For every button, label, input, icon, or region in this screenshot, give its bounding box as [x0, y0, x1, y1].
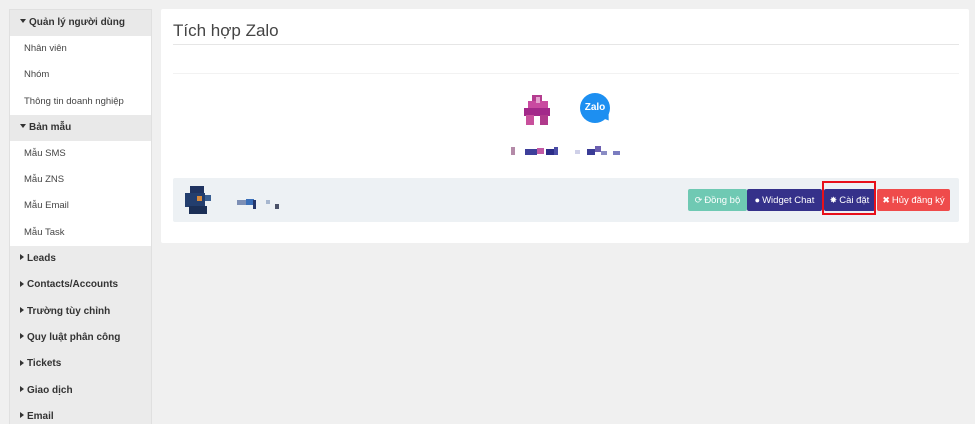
divider [173, 44, 959, 45]
sidebar-section-label: Quy luật phân công [27, 331, 121, 343]
gear-icon: ✸ [829, 195, 838, 205]
sidebar-section-label: Giao dịch [27, 384, 73, 396]
sidebar-section-label: Email [27, 410, 54, 422]
sidebar-section-label: Leads [27, 253, 56, 265]
zalo-logo-text: Zalo [584, 102, 606, 113]
refresh-icon: ⟳ [694, 195, 703, 205]
caret-right-icon [20, 385, 24, 392]
caret-down-icon [20, 124, 26, 129]
sync-button[interactable]: ⟳ Đồng bộ [688, 189, 747, 211]
sidebar-section-label: Contacts/Accounts [27, 279, 119, 291]
sidebar-item-groups[interactable]: Nhóm [10, 62, 151, 89]
unregister-button-label: Hủy đăng ký [891, 195, 945, 206]
caret-right-icon [20, 333, 24, 340]
sidebar-section-leads[interactable]: Leads [10, 246, 151, 273]
settings-button[interactable]: ✸ Cài đặt [824, 189, 875, 211]
widget-chat-button-label: Widget Chat [762, 195, 815, 206]
sidebar-section-custom-fields[interactable]: Trường tùy chỉnh [10, 298, 151, 325]
caret-down-icon [20, 19, 26, 24]
sync-button-label: Đồng bộ [704, 195, 741, 206]
caret-right-icon [20, 280, 24, 287]
caret-right-icon [20, 412, 24, 419]
sidebar-item-task-template[interactable]: Mẫu Task [10, 219, 151, 247]
sidebar-section-contacts[interactable]: Contacts/Accounts [10, 272, 151, 299]
unregister-button[interactable]: ✖ Hủy đăng ký [877, 189, 950, 211]
sidebar-item-employees[interactable]: Nhân viên [10, 36, 151, 63]
sidebar-section-email[interactable]: Email [10, 403, 151, 424]
sidebar: Quản lý người dùng Nhân viên Nhóm Thông … [9, 9, 152, 424]
chat-icon: ● [754, 195, 761, 205]
caret-right-icon [20, 307, 24, 314]
sidebar-section-templates[interactable]: Bản mẫu [10, 114, 151, 141]
sidebar-section-label: Tickets [27, 358, 62, 370]
settings-button-label: Cài đặt [839, 195, 870, 206]
app-logo-icon [524, 95, 554, 125]
caret-right-icon [20, 254, 24, 261]
sidebar-section-deals[interactable]: Giao dịch [10, 377, 151, 404]
sidebar-section-tickets[interactable]: Tickets [10, 351, 151, 378]
close-icon: ✖ [882, 195, 890, 205]
sidebar-section-assignment-rules[interactable]: Quy luật phân công [10, 324, 151, 352]
sidebar-section-label: Trường tùy chỉnh [27, 305, 111, 317]
account-avatar [185, 186, 213, 214]
sidebar-item-sms-template[interactable]: Mẫu SMS [10, 140, 151, 168]
sidebar-section-label: Quản lý người dùng [29, 17, 126, 28]
sidebar-item-zns-template[interactable]: Mẫu ZNS [10, 167, 151, 194]
widget-chat-button[interactable]: ● Widget Chat [747, 189, 822, 211]
page-title: Tích hợp Zalo [173, 21, 279, 40]
sidebar-section-user-management[interactable]: Quản lý người dùng [10, 10, 151, 36]
caret-right-icon [20, 359, 24, 366]
sidebar-item-company-info[interactable]: Thông tin doanh nghiệp [10, 88, 151, 115]
zalo-account-row: ⟳ Đồng bộ ● Widget Chat ✸ Cài đặt ✖ Hủy đăng… [173, 178, 959, 222]
sidebar-section-label: Bản mẫu [29, 121, 72, 133]
divider [173, 73, 959, 74]
sidebar-item-email-template[interactable]: Mẫu Email [10, 193, 151, 220]
zalo-integration-panel: Tích hợp Zalo Zalo ⟳ Đồng bộ ● Widget Ch… [161, 9, 969, 243]
